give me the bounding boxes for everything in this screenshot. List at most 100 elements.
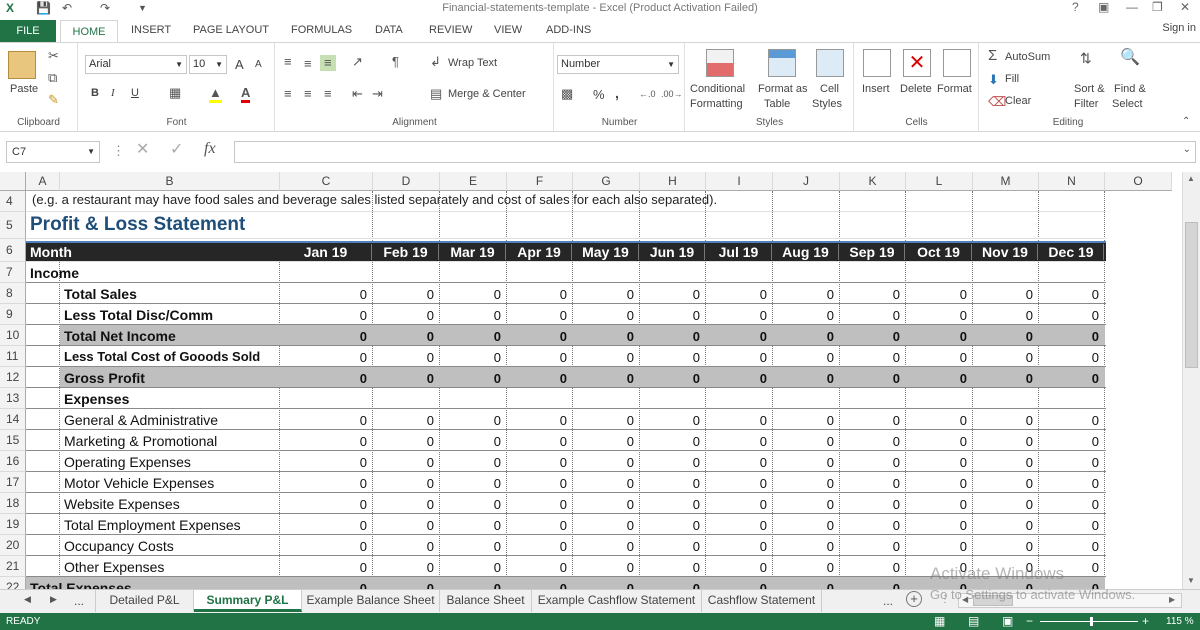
cell-value[interactable]: 0: [440, 560, 501, 575]
cell-value[interactable]: 0: [906, 434, 967, 449]
cell-value[interactable]: 0: [706, 287, 767, 302]
cell-value[interactable]: 0: [1039, 308, 1099, 323]
cell-value[interactable]: 0: [440, 371, 501, 386]
cell-value[interactable]: 0: [840, 413, 900, 428]
align-left-icon[interactable]: ≡: [284, 87, 292, 101]
merge-center-icon[interactable]: ▤: [430, 87, 442, 101]
cell-value[interactable]: 0: [373, 581, 434, 589]
tab-add-ins[interactable]: ADD-INS: [546, 24, 591, 36]
cell-value[interactable]: 0: [280, 476, 367, 491]
cell-value[interactable]: 0: [440, 329, 501, 344]
italic-button[interactable]: I: [111, 87, 115, 99]
percent-button[interactable]: %: [593, 87, 605, 102]
cell-styles-icon[interactable]: [816, 49, 844, 77]
cell-value[interactable]: 0: [640, 581, 700, 589]
grow-font-button[interactable]: A: [235, 57, 244, 72]
cell-value[interactable]: 0: [373, 329, 434, 344]
column-header[interactable]: C: [280, 172, 373, 191]
cell-value[interactable]: 0: [773, 539, 834, 554]
cell-value[interactable]: 0: [906, 497, 967, 512]
cell-value[interactable]: 0: [280, 329, 367, 344]
vertical-scroll-thumb[interactable]: [1185, 222, 1198, 368]
cell-value[interactable]: 0: [773, 476, 834, 491]
align-right-icon[interactable]: ≡: [324, 87, 332, 101]
cell-value[interactable]: 0: [280, 518, 367, 533]
cell-value[interactable]: 0: [773, 434, 834, 449]
cell-value[interactable]: 0: [773, 518, 834, 533]
borders-icon[interactable]: ▦: [169, 86, 181, 100]
cell-value[interactable]: 0: [373, 413, 434, 428]
cell-value[interactable]: 0: [440, 539, 501, 554]
cell-value[interactable]: 0: [440, 413, 501, 428]
cell-value[interactable]: 0: [640, 434, 700, 449]
cell-value[interactable]: 0: [973, 455, 1033, 470]
cell-value[interactable]: 0: [373, 287, 434, 302]
page-layout-view-icon[interactable]: ▤: [968, 614, 979, 628]
cell-value[interactable]: 0: [706, 560, 767, 575]
cell-value[interactable]: 0: [573, 413, 634, 428]
sheet-tab[interactable]: Example Cashflow Statement: [532, 590, 702, 612]
cell-value[interactable]: 0: [840, 476, 900, 491]
cell-value[interactable]: 0: [640, 560, 700, 575]
sheet-tab[interactable]: Cashflow Statement: [702, 590, 822, 612]
sort-filter-icon[interactable]: ⇅: [1080, 51, 1092, 65]
format-painter-icon[interactable]: ✎: [48, 93, 59, 107]
cell-value[interactable]: 0: [906, 287, 967, 302]
cell-value[interactable]: 0: [840, 308, 900, 323]
select-all-corner[interactable]: [0, 172, 26, 191]
row-header[interactable]: 22: [0, 577, 26, 589]
fill-button[interactable]: Fill: [1005, 73, 1019, 85]
cell-value[interactable]: 0: [507, 350, 567, 365]
cell-value[interactable]: 0: [280, 434, 367, 449]
cell-value[interactable]: 0: [280, 350, 367, 365]
cell-value[interactable]: 0: [640, 455, 700, 470]
tab-formulas[interactable]: FORMULAS: [291, 24, 352, 36]
row-header[interactable]: 7: [0, 262, 26, 283]
cell-value[interactable]: 0: [280, 413, 367, 428]
cell-value[interactable]: 0: [706, 308, 767, 323]
cell-value[interactable]: 0: [280, 308, 367, 323]
cell-value[interactable]: 0: [773, 287, 834, 302]
zoom-slider[interactable]: [1040, 617, 1138, 626]
cell-value[interactable]: 0: [1039, 476, 1099, 491]
cell-value[interactable]: 0: [773, 350, 834, 365]
row-header[interactable]: 6: [0, 239, 26, 262]
cell-value[interactable]: 0: [906, 371, 967, 386]
column-header[interactable]: I: [706, 172, 773, 191]
cell-value[interactable]: 0: [840, 581, 900, 589]
collapse-ribbon-icon[interactable]: ⌃: [1182, 115, 1190, 129]
more-sheets-left[interactable]: ...: [74, 594, 84, 608]
cell-value[interactable]: 0: [640, 476, 700, 491]
cell-value[interactable]: 0: [440, 350, 501, 365]
cell-value[interactable]: 0: [706, 434, 767, 449]
cell-value[interactable]: 0: [973, 476, 1033, 491]
ribbon-display-icon[interactable]: ▣: [1098, 0, 1109, 14]
cell-value[interactable]: 0: [1039, 287, 1099, 302]
cell-value[interactable]: 0: [973, 371, 1033, 386]
tab-file[interactable]: FILE: [0, 20, 56, 42]
cell-value[interactable]: 0: [840, 329, 900, 344]
row-header[interactable]: 18: [0, 493, 26, 514]
cell-value[interactable]: 0: [973, 539, 1033, 554]
format-as-table-button[interactable]: Format as: [758, 83, 808, 95]
cell-value[interactable]: 0: [373, 371, 434, 386]
column-header[interactable]: D: [373, 172, 440, 191]
cell-value[interactable]: 0: [1039, 518, 1099, 533]
column-header[interactable]: M: [973, 172, 1039, 191]
cell-value[interactable]: 0: [440, 455, 501, 470]
cut-icon[interactable]: ✂: [48, 49, 59, 63]
conditional-formatting-button[interactable]: Conditional: [690, 83, 745, 95]
cell-value[interactable]: 0: [906, 413, 967, 428]
accounting-format-icon[interactable]: ▩: [561, 87, 573, 101]
worksheet-grid[interactable]: A B C D E F G H I J K L M N O 4 (e.g. a restaurant may h…: [0, 172, 1182, 589]
cell-value[interactable]: 0: [280, 560, 367, 575]
cell-value[interactable]: 0: [973, 308, 1033, 323]
scroll-up-icon[interactable]: ▲: [1187, 174, 1195, 183]
decrease-decimal-icon[interactable]: .00→: [661, 87, 683, 101]
cell-value[interactable]: 0: [573, 476, 634, 491]
confirm-entry-icon[interactable]: ✓: [170, 142, 183, 158]
cell-value[interactable]: 0: [573, 518, 634, 533]
cell-value[interactable]: 0: [440, 518, 501, 533]
cell-value[interactable]: 0: [440, 287, 501, 302]
insert-function-icon[interactable]: fx: [204, 141, 216, 157]
